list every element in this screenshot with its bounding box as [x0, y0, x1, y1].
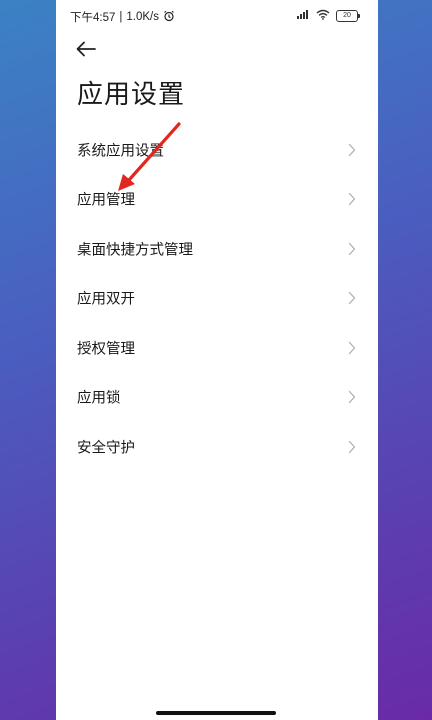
menu-item-security-guard[interactable]: 安全守护: [56, 422, 378, 472]
status-separator: |: [119, 11, 123, 23]
menu-item-label: 应用双开: [77, 291, 135, 308]
menu-item-label: 桌面快捷方式管理: [77, 242, 193, 259]
battery-icon: 20: [336, 10, 360, 22]
home-indicator[interactable]: [156, 711, 276, 715]
settings-menu: 系统应用设置 应用管理 桌面快捷方式管理 应用双开 授权管理 应用锁 安全守护: [56, 125, 378, 472]
menu-item-system-app-settings[interactable]: 系统应用设置: [56, 125, 378, 175]
chevron-right-icon: [348, 391, 356, 404]
menu-item-app-lock[interactable]: 应用锁: [56, 373, 378, 423]
status-left: 下午4:57 | 1.0K/s: [70, 9, 175, 25]
menu-item-label: 安全守护: [77, 440, 135, 457]
chevron-right-icon: [348, 193, 356, 206]
back-button[interactable]: [74, 38, 98, 60]
phone-screen: 下午4:57 | 1.0K/s 20 应用设置 系统应用设置 应用管理 桌面快捷…: [56, 0, 378, 720]
chevron-right-icon: [348, 440, 356, 453]
status-bar: 下午4:57 | 1.0K/s 20: [56, 0, 378, 34]
menu-item-label: 系统应用设置: [77, 143, 164, 160]
menu-item-desktop-shortcut-management[interactable]: 桌面快捷方式管理: [56, 224, 378, 274]
alarm-icon: [163, 10, 175, 25]
menu-item-label: 应用锁: [77, 390, 121, 407]
wifi-icon: [316, 9, 330, 23]
menu-item-permission-management[interactable]: 授权管理: [56, 323, 378, 373]
menu-item-app-management[interactable]: 应用管理: [56, 175, 378, 225]
menu-item-label: 应用管理: [77, 192, 135, 209]
page-title: 应用设置: [77, 80, 186, 110]
chevron-right-icon: [348, 242, 356, 255]
menu-item-dual-apps[interactable]: 应用双开: [56, 274, 378, 324]
menu-item-label: 授权管理: [77, 341, 135, 358]
status-time: 下午4:57: [70, 12, 116, 24]
chevron-right-icon: [348, 341, 356, 354]
status-right: 20: [296, 9, 360, 23]
chevron-right-icon: [348, 292, 356, 305]
network-speed: 1.0K/s: [126, 11, 159, 23]
chevron-right-icon: [348, 143, 356, 156]
back-arrow-icon: [76, 41, 96, 57]
signal-icon: [296, 9, 310, 23]
